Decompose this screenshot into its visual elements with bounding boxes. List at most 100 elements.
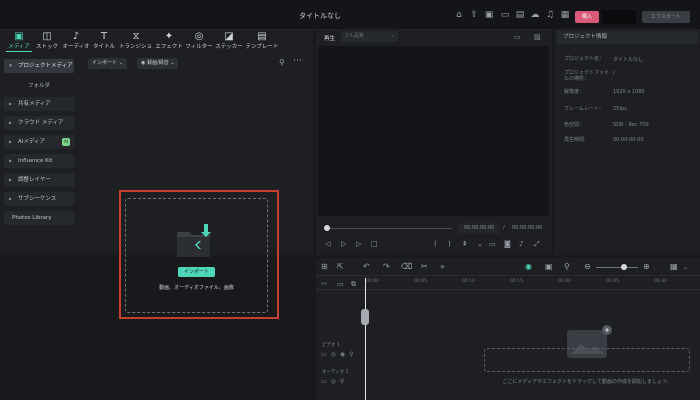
timeline-drop-zone[interactable] xyxy=(484,348,690,372)
gift-icon[interactable]: ⌂ xyxy=(454,10,464,20)
template-icon: ▤ xyxy=(257,31,267,42)
transition-icon: ⧖ xyxy=(132,31,140,42)
tab-stock[interactable]: ◫ ストック xyxy=(34,31,60,53)
tab-transition[interactable]: ⧖トランジション xyxy=(119,31,153,53)
step-back-icon[interactable]: ◁ xyxy=(325,240,330,248)
sticker-icon: ◪ xyxy=(224,31,234,42)
cloud-icon[interactable]: ☁ xyxy=(530,10,540,20)
play-icon[interactable]: ▷ xyxy=(341,240,346,248)
camera-icon[interactable]: ◙ xyxy=(504,240,511,248)
buy-button[interactable]: 購入 xyxy=(575,11,599,23)
microphone-icon[interactable]: ⚲ xyxy=(564,262,570,271)
audio-track-label: オーディオ 1 xyxy=(322,370,349,375)
quality-dropdown[interactable]: フル品質 ⌄ xyxy=(341,31,398,42)
ruler-tick: 00:00 xyxy=(366,279,379,284)
playhead-handle[interactable] xyxy=(361,309,369,325)
record-dropdown[interactable]: ◉ 録画/録音 ⌄ xyxy=(137,58,179,69)
delete-icon[interactable]: ⌫ xyxy=(401,262,412,271)
ruler-tick: 00:30 xyxy=(654,279,667,284)
ruler-tick: 00:15 xyxy=(510,279,523,284)
record-icon: ◉ xyxy=(141,60,146,66)
zoom-slider-track[interactable] xyxy=(596,267,638,268)
image-icon[interactable]: ▣ xyxy=(484,10,494,20)
stop-icon[interactable]: □ xyxy=(371,240,378,248)
compare-view-icon[interactable]: ▭ xyxy=(514,33,521,41)
preview-viewer[interactable] xyxy=(318,46,549,216)
step-forward-icon[interactable]: ▷ xyxy=(356,240,361,248)
properties-header: プロジェクト情報 xyxy=(557,31,698,44)
tab-media[interactable]: ▣ メディア xyxy=(6,31,32,53)
sidebar-item-influence-kit[interactable]: ▶ Influence Kit xyxy=(4,154,74,168)
monitor-icon[interactable]: ▭ xyxy=(500,10,510,20)
audio-icon: ♪ xyxy=(72,31,80,42)
chevron-down-icon: ⌄ xyxy=(170,60,175,66)
sidebar-item-ai-media[interactable]: ▶ AIメディア AI xyxy=(4,135,74,149)
mark-out-icon[interactable]: ) xyxy=(448,240,451,248)
title-icon: T xyxy=(100,31,108,42)
tab-filter[interactable]: ◎ フィルター xyxy=(185,31,213,53)
sidebar-item-folder[interactable]: フォルダ xyxy=(4,81,74,89)
track-manage-icon[interactable]: ▭ xyxy=(337,280,344,288)
playback-progress-track[interactable] xyxy=(326,228,452,229)
filter-sort-icon[interactable]: ⚲ xyxy=(279,58,285,67)
scene-icon[interactable]: ▣ xyxy=(545,262,553,271)
tab-title[interactable]: T タイトル xyxy=(91,31,117,53)
zoom-slider-handle[interactable] xyxy=(621,264,627,270)
tab-sticker[interactable]: ◪ ステッカー xyxy=(215,31,243,53)
caret-right-icon: ▶ xyxy=(9,196,13,201)
filter-icon: ◎ xyxy=(194,31,204,42)
audio-icon[interactable]: ♪ xyxy=(519,240,523,248)
tab-audio[interactable]: ♪ オーディオ xyxy=(62,31,90,53)
folder-import-icon xyxy=(177,224,211,257)
undo-icon[interactable]: ↶ xyxy=(363,262,370,271)
stock-icon: ◫ xyxy=(42,31,52,42)
sidebar-item-photos-library[interactable]: Photos Library xyxy=(4,211,74,225)
playhead[interactable] xyxy=(365,278,366,400)
ai-badge: AI xyxy=(62,138,70,146)
more-icon[interactable]: ⋯ xyxy=(293,56,302,66)
audio-track-controls[interactable]: ▭◎⚲ xyxy=(321,378,348,385)
zoom-out-icon[interactable]: ⊖ xyxy=(584,262,591,271)
mark-in-icon[interactable]: ( xyxy=(434,240,437,248)
sidebar-item-shared-media[interactable]: ▶ 共有メディア xyxy=(4,97,74,111)
library-tabs: ▣メディア ◫ストック ♪オーディオ Tタイトル ⧖トランジション ✦エフェクト… xyxy=(4,30,313,54)
account-area[interactable] xyxy=(602,10,636,24)
caret-down-icon: ▼ xyxy=(9,63,13,68)
ruler-tick: 00:20 xyxy=(558,279,571,284)
fullscreen-icon[interactable]: ⤢ xyxy=(534,240,540,249)
cut-icon[interactable]: ✂ xyxy=(421,262,428,271)
caret-right-icon: ▶ xyxy=(9,139,13,144)
effect-icon: ✦ xyxy=(164,31,174,42)
chevron-down-icon[interactable]: ⌄ xyxy=(683,264,688,271)
sidebar-item-adjustment-layer[interactable]: ▶ 調整レイヤー xyxy=(4,173,74,187)
select-tool-icon[interactable]: ⇱ xyxy=(337,262,344,271)
sidebar-item-subsequence[interactable]: ▶ サブシーケンス xyxy=(4,192,74,206)
link-icon[interactable]: ⚯ xyxy=(321,280,327,288)
tab-template[interactable]: ▤ テンプレート xyxy=(245,31,279,53)
more-tools-icon[interactable]: » xyxy=(440,262,445,271)
import-dropdown[interactable]: インポート ⌄ xyxy=(88,58,127,69)
export-button[interactable]: エクスポート xyxy=(642,11,690,23)
tab-effect[interactable]: ✦ エフェクト xyxy=(155,31,183,53)
grid-icon[interactable]: ▦ xyxy=(560,10,570,20)
player-label: 再生 xyxy=(324,36,336,42)
snap-icon[interactable]: ⧉ xyxy=(351,280,356,289)
snapshot-dropdown-icon[interactable]: ⌄ xyxy=(477,240,483,248)
zoom-in-icon[interactable]: ⊕ xyxy=(643,262,650,271)
redo-icon[interactable]: ↷ xyxy=(383,262,390,271)
playback-progress-handle[interactable] xyxy=(324,225,330,231)
headset-icon[interactable]: ♫ xyxy=(545,10,555,20)
monitor-icon[interactable]: ▭ xyxy=(489,240,496,248)
snapshot-icon[interactable]: ▨ xyxy=(534,33,541,41)
grid-view-icon[interactable]: ▦ xyxy=(670,262,678,271)
layout-icon[interactable]: ⊞ xyxy=(321,262,328,271)
caret-right-icon: ▶ xyxy=(9,120,13,125)
sidebar-item-cloud-media[interactable]: ▶ クラウド メディア xyxy=(4,116,74,130)
video-track-controls[interactable]: ▭◎◉⚲ xyxy=(321,351,358,358)
import-button[interactable]: インポート xyxy=(178,267,215,277)
save-icon[interactable]: ▤ xyxy=(515,10,525,20)
upload-icon[interactable]: ⇪ xyxy=(469,10,479,20)
sidebar-item-project-media[interactable]: ▼ プロジェクトメディア xyxy=(4,59,74,73)
auto-ripple-icon[interactable]: ◉ xyxy=(525,262,532,271)
marker-menu-icon[interactable]: ⇞ xyxy=(462,240,468,248)
